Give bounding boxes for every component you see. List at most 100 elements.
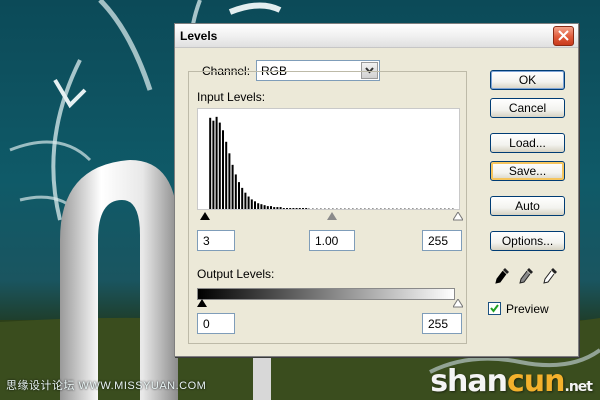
histogram-bar (286, 208, 288, 209)
preview-label: Preview (506, 302, 549, 316)
histogram-bar (234, 174, 237, 209)
histogram-bar (212, 120, 215, 209)
histogram-bar (276, 207, 279, 209)
histogram-bar (222, 130, 224, 209)
histogram-baseline-tick (424, 208, 426, 209)
histogram-bar (254, 201, 256, 209)
input-gamma-field[interactable]: 1.00 (309, 230, 355, 251)
output-gradient-bar (197, 288, 455, 300)
save-button[interactable]: Save... (490, 161, 565, 181)
input-gamma-slider[interactable] (327, 212, 337, 221)
preview-checkbox[interactable] (488, 302, 501, 315)
site-watermark: shancun.net (430, 364, 594, 399)
histogram-bar (250, 199, 253, 209)
histogram-bar (231, 164, 234, 209)
histogram-baseline-tick (388, 208, 390, 209)
histogram-bar (279, 207, 282, 209)
output-black-slider[interactable] (197, 299, 207, 308)
input-black-slider[interactable] (200, 212, 210, 221)
histogram-baseline-tick (432, 208, 434, 209)
output-levels-label: Output Levels: (197, 267, 275, 281)
histogram-baseline-tick (384, 208, 386, 209)
histogram-bar (247, 196, 250, 209)
histogram-baseline-tick (412, 208, 414, 209)
histogram-baseline-tick (372, 208, 374, 209)
checkmark-icon (490, 304, 499, 313)
input-levels-label: Input Levels: (197, 90, 266, 104)
histogram-baseline-tick (328, 208, 330, 209)
output-white-field[interactable]: 255 (422, 313, 462, 334)
histogram-bar (292, 208, 295, 209)
histogram-baseline-tick (396, 208, 398, 209)
histogram-baseline-tick (376, 208, 378, 209)
close-icon (558, 30, 569, 41)
options-button[interactable]: Options... (490, 231, 565, 251)
histogram-baseline-tick (364, 208, 366, 209)
histogram-baseline-tick (436, 208, 438, 209)
forum-watermark: 思缘设计论坛 WWW.MISSYUAN.COM (6, 380, 207, 392)
black-eyedropper-icon[interactable] (494, 267, 510, 285)
histogram-bar (260, 204, 263, 209)
input-white-field[interactable]: 255 (422, 230, 462, 251)
histogram-bar (228, 153, 231, 209)
histogram-baseline-tick (404, 208, 406, 209)
output-black-field[interactable]: 0 (197, 313, 235, 334)
histogram-baseline-tick (332, 208, 334, 209)
histogram-bar (298, 208, 301, 209)
white-eyedropper-icon[interactable] (542, 267, 558, 285)
histogram-baseline-tick (316, 208, 318, 209)
histogram-chart (209, 116, 454, 209)
cancel-button[interactable]: Cancel (490, 98, 565, 118)
histogram-bar (241, 187, 244, 209)
histogram-bar (270, 206, 272, 209)
histogram-baseline-tick (408, 208, 410, 209)
histogram-baseline-tick (392, 208, 394, 209)
histogram-baseline-tick (340, 208, 342, 209)
histogram-bar (215, 116, 218, 209)
histogram-bar (209, 117, 212, 209)
ok-button[interactable]: OK (490, 70, 565, 90)
histogram-bar (305, 208, 308, 209)
close-button[interactable] (553, 26, 574, 46)
histogram-bar (244, 192, 247, 209)
histogram-bar (225, 141, 228, 209)
histogram-baseline-tick (312, 208, 314, 209)
watermark-accent: cun (507, 364, 565, 399)
watermark-suffix: .net (564, 379, 594, 395)
histogram-baseline-tick (452, 208, 454, 209)
histogram-bar (302, 208, 304, 209)
histogram-baseline-tick (448, 208, 450, 209)
histogram-bar (218, 122, 221, 209)
watermark-main: shan (430, 364, 508, 399)
histogram-bar (295, 208, 298, 209)
title-bar[interactable]: Levels (175, 24, 578, 48)
histogram-baseline-tick (360, 208, 362, 209)
histogram-baseline-tick (380, 208, 382, 209)
histogram-baseline-tick (356, 208, 358, 209)
histogram-baseline-tick (440, 208, 442, 209)
histogram-baseline-tick (352, 208, 354, 209)
histogram-baseline-tick (428, 208, 430, 209)
histogram-bar (257, 203, 260, 209)
histogram-baseline-tick (416, 208, 418, 209)
histogram-baseline-tick (308, 208, 310, 209)
levels-dialog: Levels Channel: RGB Input Levels: 3 1.00… (174, 23, 579, 357)
gray-eyedropper-icon[interactable] (518, 267, 534, 285)
histogram-baseline-tick (444, 208, 446, 209)
histogram-baseline-tick (348, 208, 350, 209)
histogram-bar (263, 205, 266, 209)
histogram-baseline-tick (320, 208, 322, 209)
auto-button[interactable]: Auto (490, 196, 565, 216)
histogram-bar (273, 207, 276, 209)
histogram-baseline-tick (324, 208, 326, 209)
output-white-slider[interactable] (453, 299, 463, 308)
input-white-slider[interactable] (453, 212, 463, 221)
histogram-baseline-tick (400, 208, 402, 209)
histogram-baseline-tick (344, 208, 346, 209)
input-black-field[interactable]: 3 (197, 230, 235, 251)
histogram-baseline-tick (336, 208, 338, 209)
histogram-baseline-tick (368, 208, 370, 209)
histogram-baseline-tick (420, 208, 422, 209)
load-button[interactable]: Load... (490, 133, 565, 153)
histogram-bar (266, 206, 269, 209)
